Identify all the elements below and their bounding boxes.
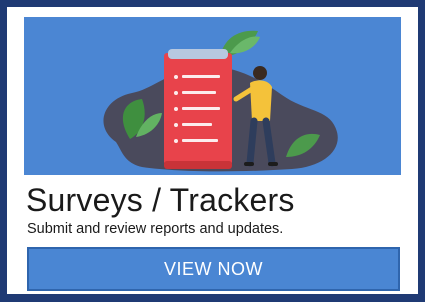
view-now-button[interactable]: VIEW NOW: [27, 247, 400, 291]
clipboard-icon: [164, 49, 232, 169]
surveys-card[interactable]: Surveys / Trackers Submit and review rep…: [7, 7, 418, 294]
card-title: Surveys / Trackers: [26, 182, 295, 218]
card-subtitle: Submit and review reports and updates.: [27, 221, 284, 237]
card-frame: Surveys / Trackers Submit and review rep…: [0, 0, 425, 302]
survey-illustration: [24, 17, 401, 175]
